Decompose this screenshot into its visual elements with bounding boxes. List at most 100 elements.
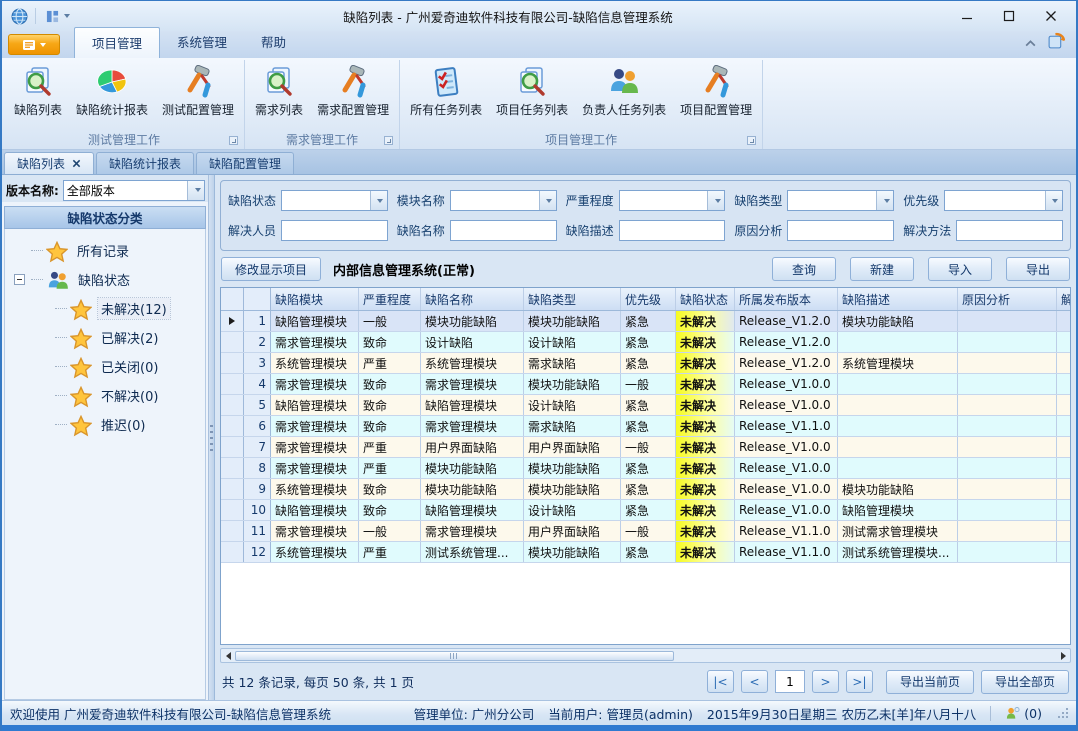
ribbon-button-3-3[interactable]: 负责人任务列表 [575,61,673,120]
ribbon-tab-1[interactable]: 项目管理 [74,27,160,58]
chevron-down-icon[interactable] [539,191,556,210]
close-button[interactable] [1030,3,1072,29]
horizontal-scrollbar[interactable] [220,648,1071,663]
column-header-module[interactable]: 缺陷模块 [271,288,359,310]
chevron-down-icon[interactable] [707,191,724,210]
filter-select[interactable] [450,190,557,211]
page-prev-button[interactable]: < [741,670,768,693]
export-all-pages-button[interactable]: 导出全部页 [981,670,1069,694]
ribbon-collapse-icon[interactable] [1024,33,1037,52]
minimize-button[interactable] [946,3,988,29]
column-header-name[interactable]: 缺陷名称 [421,288,524,310]
tree-item-7[interactable]: 推迟(0) [5,410,205,439]
filter-input[interactable] [619,220,726,241]
cell-release: Release_V1.0.0 [735,395,838,415]
doc-tab-1[interactable]: 缺陷列表 [4,152,94,174]
ribbon-button-3-1[interactable]: 所有任务列表 [403,61,489,120]
chevron-down-icon[interactable] [876,191,893,210]
filter-1-4: 缺陷类型 [734,190,894,211]
filter-1-1: 缺陷状态 [228,190,388,211]
filter-select[interactable] [619,190,726,211]
about-icon[interactable] [1047,31,1066,54]
table-row[interactable]: 2需求管理模块致命设计缺陷设计缺陷紧急未解决Release_V1.2.0 [221,332,1070,353]
tree-item-2[interactable]: 缺陷状态 [5,265,205,294]
filter-select[interactable] [281,190,388,211]
export-current-page-button[interactable]: 导出当前页 [886,670,974,694]
doc-tab-3[interactable]: 缺陷配置管理 [196,152,294,174]
version-select[interactable]: 全部版本 [63,180,205,201]
table-row[interactable]: 12系统管理模块严重测试系统管理...模块功能缺陷紧急未解决Release_V1… [221,542,1070,563]
import-button[interactable]: 导入 [928,257,992,281]
dialog-launcher-icon[interactable] [229,136,238,145]
scroll-left-icon[interactable] [223,652,233,660]
cell-severity: 一般 [359,311,421,331]
search-button[interactable]: 查询 [772,257,836,281]
tree-collapse-icon[interactable] [14,274,25,285]
cell-analysis [958,416,1057,436]
table-row[interactable]: 4需求管理模块致命需求管理模块模块功能缺陷一般未解决Release_V1.0.0 [221,374,1070,395]
ribbon-button-3-2[interactable]: 项目任务列表 [489,61,575,120]
ribbon-button-3-4[interactable]: 项目配置管理 [673,61,759,120]
column-header-desc[interactable]: 缺陷描述 [838,288,958,310]
filter-input[interactable] [281,220,388,241]
column-header-solution[interactable]: 解决方法 [1057,288,1070,310]
column-header-priority[interactable]: 优先级 [621,288,676,310]
resize-grip[interactable] [1058,708,1068,718]
column-header-type[interactable]: 缺陷类型 [524,288,621,310]
table-row[interactable]: 8需求管理模块严重模块功能缺陷模块功能缺陷紧急未解决Release_V1.0.0 [221,458,1070,479]
chevron-down-icon[interactable] [1045,191,1062,210]
filter-select[interactable] [944,190,1063,211]
chevron-down-icon[interactable] [370,191,387,210]
column-header-status[interactable]: 缺陷状态 [676,288,735,310]
filter-input[interactable] [450,220,557,241]
page-next-button[interactable]: > [812,670,839,693]
ribbon-tab-3[interactable]: 帮助 [244,27,303,58]
tree-item-3[interactable]: 未解决(12) [5,294,205,323]
column-header-release[interactable]: 所属发布版本 [735,288,838,310]
filter-input[interactable] [787,220,894,241]
maximize-button[interactable] [988,3,1030,29]
sidebar-splitter[interactable] [208,175,215,700]
row-selector-cell [221,479,244,499]
tree-item-6[interactable]: 不解决(0) [5,381,205,410]
new-button[interactable]: 新建 [850,257,914,281]
page-number-input[interactable] [775,670,805,693]
tree-item-1[interactable]: 所有记录 [5,236,205,265]
export-button[interactable]: 导出 [1006,257,1070,281]
filter-select[interactable] [787,190,894,211]
filter-1-5: 优先级 [903,190,1063,211]
online-users-badge[interactable]: (0) [1005,706,1042,721]
table-row[interactable]: 1缺陷管理模块一般模块功能缺陷模块功能缺陷紧急未解决Release_V1.2.0… [221,311,1070,332]
column-header-severity[interactable]: 严重程度 [359,288,421,310]
ribbon-tab-2[interactable]: 系统管理 [160,27,244,58]
table-row[interactable]: 3系统管理模块严重系统管理模块需求缺陷紧急未解决Release_V1.2.0系统… [221,353,1070,374]
quick-access-layout-icon[interactable] [43,7,61,25]
scroll-right-icon[interactable] [1058,652,1068,660]
modify-columns-button[interactable]: 修改显示项目 [221,257,321,281]
column-header-analysis[interactable]: 原因分析 [958,288,1057,310]
ribbon-button-1-1[interactable]: 缺陷列表 [7,61,69,120]
table-row[interactable]: 6需求管理模块致命需求管理模块需求缺陷紧急未解决Release_V1.1.0 [221,416,1070,437]
ribbon-button-2-2[interactable]: 需求配置管理 [310,61,396,120]
doc-tab-2[interactable]: 缺陷统计报表 [96,152,194,174]
scrollbar-thumb[interactable] [235,651,674,661]
dialog-launcher-icon[interactable] [384,136,393,145]
table-row[interactable]: 11需求管理模块一般需求管理模块用户界面缺陷一般未解决Release_V1.1.… [221,521,1070,542]
filter-text-input[interactable] [957,221,1078,240]
filter-input[interactable] [956,220,1063,241]
page-first-button[interactable]: |< [707,670,734,693]
chevron-down-icon[interactable] [187,181,204,200]
table-row[interactable]: 9系统管理模块致命模块功能缺陷模块功能缺陷紧急未解决Release_V1.0.0… [221,479,1070,500]
table-row[interactable]: 5缺陷管理模块致命缺陷管理模块设计缺陷紧急未解决Release_V1.0.0 [221,395,1070,416]
ribbon-button-2-1[interactable]: 需求列表 [248,61,310,120]
dialog-launcher-icon[interactable] [747,136,756,145]
ribbon-button-1-3[interactable]: 测试配置管理 [155,61,241,120]
tree-item-4[interactable]: 已解决(2) [5,323,205,352]
table-row[interactable]: 7需求管理模块严重用户界面缺陷用户界面缺陷一般未解决Release_V1.0.0 [221,437,1070,458]
tree-item-5[interactable]: 已关闭(0) [5,352,205,381]
ribbon-button-1-2[interactable]: 缺陷统计报表 [69,61,155,120]
app-menu-button[interactable] [8,34,60,55]
page-last-button[interactable]: >| [846,670,873,693]
close-tab-icon[interactable] [72,157,81,171]
table-row[interactable]: 10缺陷管理模块致命缺陷管理模块设计缺陷紧急未解决Release_V1.0.0缺… [221,500,1070,521]
